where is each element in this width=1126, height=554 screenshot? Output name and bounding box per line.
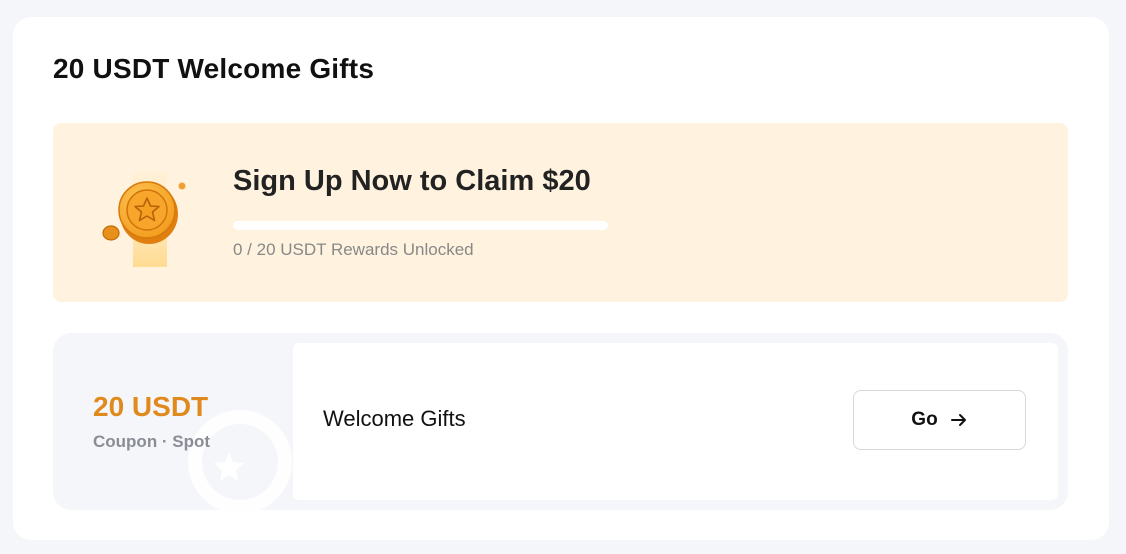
rewards-progress-text: 0 / 20 USDT Rewards Unlocked (233, 240, 474, 259)
go-button[interactable]: Go (853, 390, 1026, 450)
coupon-detail-panel: Welcome Gifts Go (293, 343, 1058, 500)
signup-banner: Sign Up Now to Claim $20 0 / 20 USDT Rew… (53, 123, 1068, 302)
welcome-gifts-card: 20 USDT Welcome Gifts Sign Up Now to Cla… (13, 17, 1109, 540)
page-title: 20 USDT Welcome Gifts (53, 53, 375, 84)
gold-coin-star-icon (101, 169, 191, 269)
coupon-type: Coupon · Spot (93, 432, 211, 451)
coupon-name: Welcome Gifts (323, 406, 466, 431)
go-button-label: Go (911, 409, 938, 430)
arrow-right-icon (950, 414, 966, 426)
coupon-value-panel: 20 USDT Coupon · Spot (53, 333, 293, 510)
coupon-card: 20 USDT Coupon · Spot Welcome Gifts Go (53, 333, 1068, 510)
rewards-progress-bar (233, 221, 608, 230)
signup-heading: Sign Up Now to Claim $20 (233, 165, 591, 197)
coupon-amount: 20 USDT (93, 391, 209, 422)
